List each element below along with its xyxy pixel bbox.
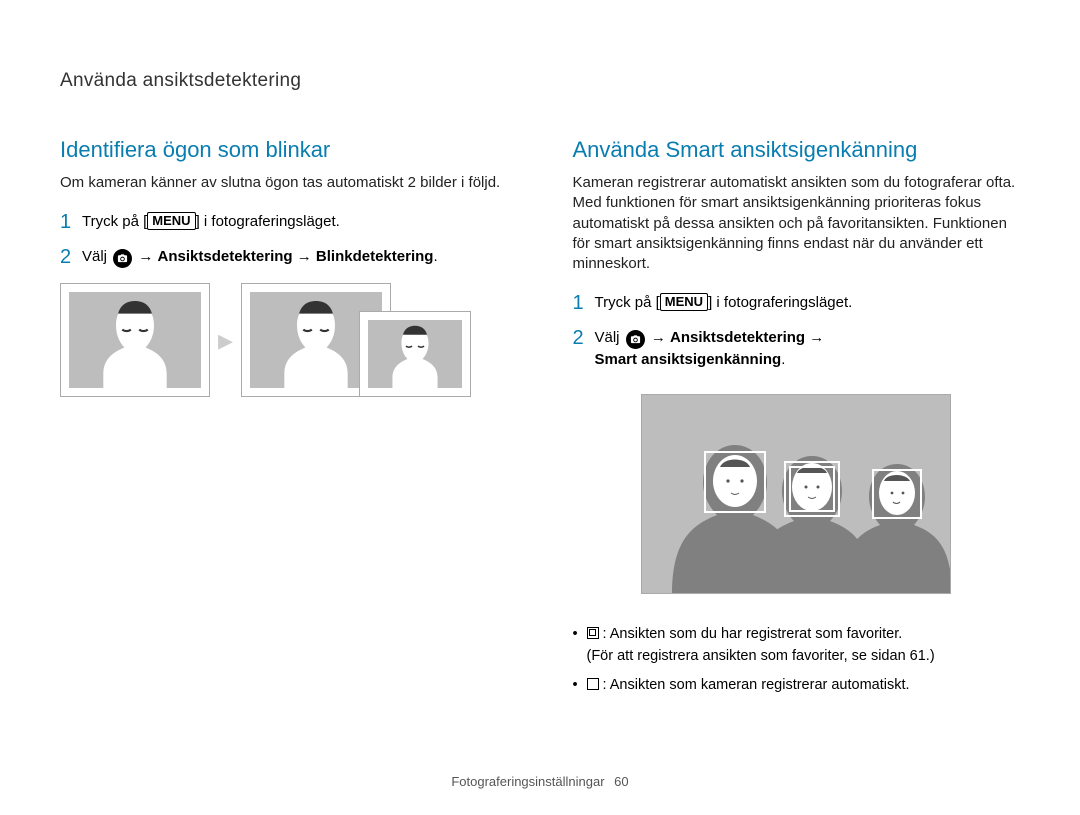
right-step-1: 1 Tryck på [MENU] i fotograferingsläget.: [573, 292, 1021, 315]
blink-illustration: ▸: [60, 283, 508, 397]
step-body: Välj → Ansiktsdetektering → Smart ansikt…: [595, 327, 825, 372]
single-square-icon: [587, 678, 599, 690]
page-footer: Fotograferingsinställningar 60: [0, 774, 1080, 789]
left-steps: 1 Tryck på [MENU] i fotograferingsläget.…: [60, 211, 508, 268]
face-silhouette-icon: [82, 292, 188, 388]
text: ] i fotograferingsläget.: [196, 213, 340, 230]
photo-frame-pair-front: [359, 311, 471, 397]
arrow: →: [805, 329, 824, 346]
step-body: Tryck på [MENU] i fotograferingsläget.: [82, 211, 340, 234]
step-number: 1: [60, 211, 82, 233]
step-body: Tryck på [MENU] i fotograferingsläget.: [595, 292, 853, 315]
camera-icon: [113, 249, 132, 268]
text: : Ansikten som kameran registrerar autom…: [603, 677, 910, 693]
legend-item-favorite: • : Ansikten som du har registrerat som …: [573, 624, 1021, 668]
text: : Ansikten som du har registrerat som fa…: [603, 626, 903, 642]
right-heading: Använda Smart ansiktsigenkänning: [573, 137, 1021, 163]
step-number: 1: [573, 292, 595, 314]
menu-path: Blinkdetektering: [316, 248, 434, 265]
face-box-single: [872, 469, 922, 519]
face-box-single: [704, 451, 766, 513]
group-photo: [641, 394, 951, 594]
step-body: Välj → Ansiktsdetektering → Blinkdetekte…: [82, 246, 438, 269]
text: .: [433, 248, 437, 265]
face-silhouette-icon: [263, 292, 369, 388]
menu-button-label: MENU: [660, 293, 708, 311]
arrow: →: [134, 248, 157, 265]
menu-path: Smart ansiktsigenkänning: [595, 351, 782, 368]
legend-text: : Ansikten som du har registrerat som fa…: [587, 624, 935, 668]
footer-label: Fotograferingsinställningar: [451, 774, 604, 789]
right-column: Använda Smart ansiktsigenkänning Kameran…: [573, 137, 1021, 705]
group-illustration: [573, 394, 1021, 594]
left-step-1: 1 Tryck på [MENU] i fotograferingsläget.: [60, 211, 508, 234]
menu-button-label: MENU: [147, 212, 195, 230]
step-number: 2: [573, 327, 595, 349]
right-steps: 1 Tryck på [MENU] i fotograferingsläget.…: [573, 292, 1021, 372]
section-title: Använda ansiktsdetektering: [60, 70, 1020, 92]
triangle-arrow-icon: ▸: [218, 323, 233, 358]
face-silhouette-icon: [377, 320, 452, 388]
left-column: Identifiera ögon som blinkar Om kameran …: [60, 137, 508, 705]
face-box-double: [784, 461, 840, 517]
left-step-2: 2 Välj → Ansiktsdetektering → Blinkdetek…: [60, 246, 508, 269]
left-heading: Identifiera ögon som blinkar: [60, 137, 508, 163]
arrow: →: [647, 329, 670, 346]
text: Välj: [595, 329, 624, 346]
text: (För att registrera ansikten som favorit…: [587, 648, 935, 664]
text: Välj: [82, 248, 111, 265]
manual-page: Använda ansiktsdetektering Identifiera ö…: [0, 0, 1080, 815]
bullet: •: [573, 675, 587, 697]
menu-path: Ansiktsdetektering: [158, 248, 293, 265]
photo-pair: [241, 283, 471, 397]
text: ] i fotograferingsläget.: [708, 294, 852, 311]
photo-inner: [69, 292, 201, 388]
camera-icon: [626, 330, 645, 349]
left-intro: Om kameran känner av slutna ögon tas aut…: [60, 173, 508, 193]
content-columns: Identifiera ögon som blinkar Om kameran …: [60, 137, 1020, 705]
legend-item-auto: • : Ansikten som kameran registrerar aut…: [573, 675, 1021, 697]
right-step-2: 2 Välj → Ansiktsdetektering → Smart ansi…: [573, 327, 1021, 372]
text: Tryck på [: [595, 294, 660, 311]
text: .: [781, 351, 785, 368]
text: Tryck på [: [82, 213, 147, 230]
menu-path: Ansiktsdetektering: [670, 329, 805, 346]
legend-text: : Ansikten som kameran registrerar autom…: [587, 675, 910, 697]
legend: • : Ansikten som du har registrerat som …: [573, 624, 1021, 697]
double-square-icon: [587, 627, 599, 639]
page-number: 60: [614, 774, 628, 789]
bullet: •: [573, 624, 587, 646]
photo-frame-single: [60, 283, 210, 397]
arrow: →: [293, 248, 316, 265]
step-number: 2: [60, 246, 82, 268]
right-intro: Kameran registrerar automatiskt ansikten…: [573, 173, 1021, 274]
